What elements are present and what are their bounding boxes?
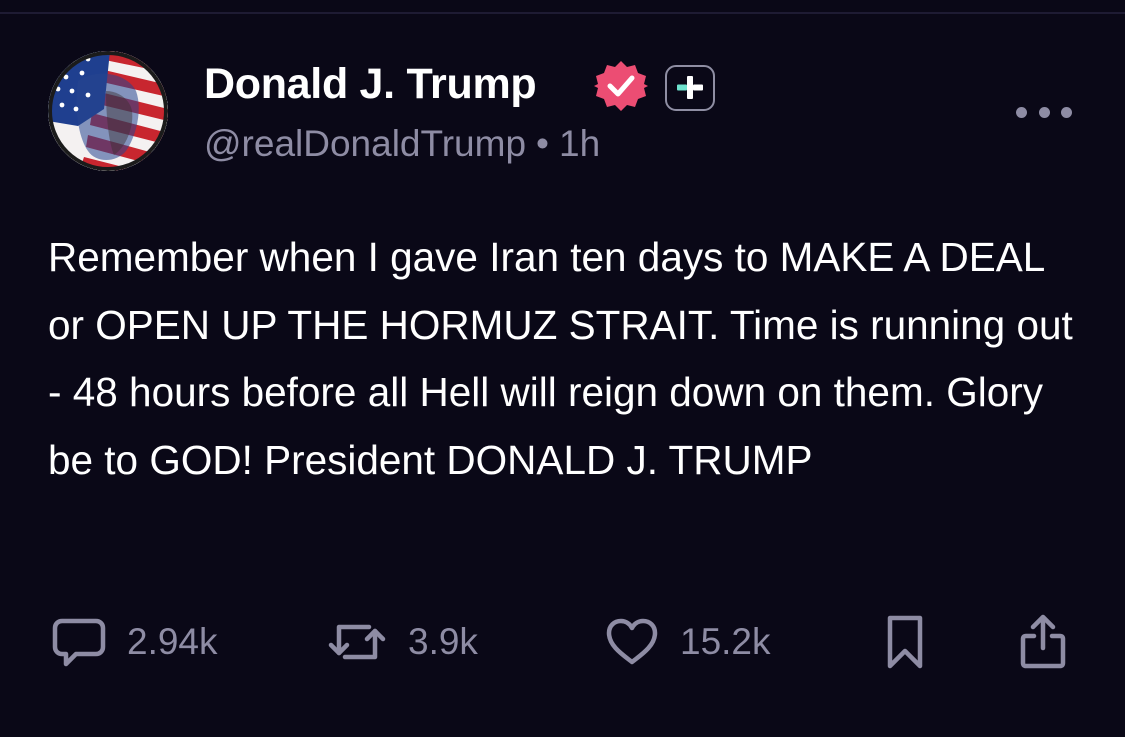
share-button[interactable] [1014, 612, 1072, 672]
like-count: 15.2k [680, 621, 771, 662]
author-handle[interactable]: @realDonaldTrump [204, 123, 526, 164]
plus-subscription-icon[interactable] [665, 65, 715, 111]
author-display-name[interactable]: Donald J. Trump [204, 56, 537, 112]
avatar-flag-portrait-icon [48, 51, 168, 171]
more-dot [1038, 106, 1050, 118]
verified-badge-icon [594, 59, 648, 113]
reply-button[interactable]: 2.94k [50, 612, 218, 672]
more-horizontal-icon [1016, 106, 1027, 118]
post-body-text: Remember when I gave Iran ten days to MA… [48, 234, 1085, 483]
heart-icon [606, 618, 658, 665]
repost-icon [328, 624, 386, 660]
bookmark-button[interactable] [880, 612, 930, 672]
repost-button[interactable]: 3.9k [325, 612, 478, 672]
post-card: Donald J. Trump @realDonaldTrump • 1h Reme… [0, 0, 1125, 723]
bookmark-icon [887, 615, 923, 669]
share-icon [1020, 614, 1066, 669]
reply-icon [52, 618, 106, 667]
post-timestamp[interactable]: 1h [559, 123, 600, 164]
meta-separator: • [536, 123, 550, 164]
like-button[interactable]: 15.2k [603, 612, 771, 672]
avatar[interactable] [48, 51, 168, 171]
reply-count: 2.94k [127, 621, 218, 662]
author-meta: @realDonaldTrump • 1h [204, 121, 600, 167]
repost-count: 3.9k [408, 621, 478, 662]
more-options-button[interactable] [1016, 97, 1072, 127]
more-dot [1061, 106, 1072, 118]
